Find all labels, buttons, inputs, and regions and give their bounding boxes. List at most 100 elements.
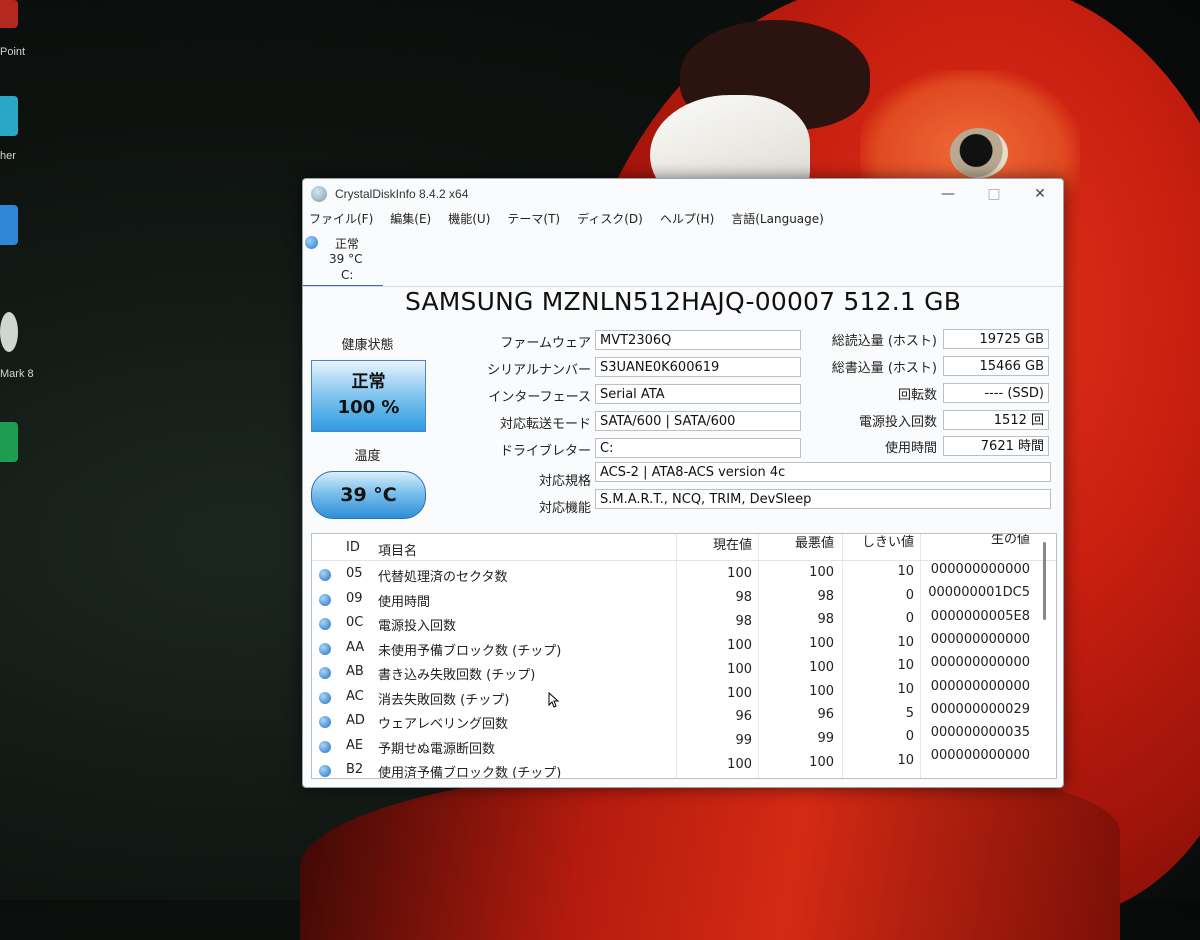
status-dot-icon [319,642,331,655]
smart-cell-id: AA [346,639,365,655]
smart-cell-raw: 000000001DC5 [928,585,1030,601]
smart-cell-worst: 99 [817,730,834,746]
smart-cell-threshold: 10 [897,658,914,674]
desktop-icon-5[interactable] [0,422,18,462]
header-raw[interactable]: 生の値 [920,534,1030,547]
standard-label: 対応規格 [538,474,591,489]
smart-cell-current: 100 [727,757,752,773]
health-status-button[interactable]: 正常 100 % [311,360,426,432]
maximize-button[interactable]: □ [971,179,1017,209]
total-writes-label: 総書込量 (ホスト) [831,361,937,376]
smart-cell-threshold: 10 [897,634,914,650]
status-dot-icon [319,691,331,704]
smart-cell-threshold: 10 [897,682,914,697]
smart-cell-worst: 100 [809,565,834,580]
menu-help[interactable]: ヘルプ(H) [660,210,714,230]
temperature-button[interactable]: 39 °C [311,471,426,519]
menu-edit[interactable]: 編集(E) [390,210,431,230]
minimize-button[interactable]: — [925,179,971,209]
serial-label: シリアルナンバー [487,363,591,378]
smart-cell-name: 消去失敗回数 (チップ) [378,692,510,708]
disk-model-title: SAMSUNG MZNLN512HAJQ-00007 512.1 GB [404,287,962,316]
power-count-label: 電源投入回数 [858,415,937,430]
smart-cell-name: 予期せぬ電源断回数 [378,741,496,757]
power-hours-value: 7621 時間 [943,436,1049,456]
smart-cell-current: 100 [727,566,752,581]
crystaldiskinfo-window: CrystalDiskInfo 8.4.2 x64 — □ ✕ ファイル(F) … [302,178,1064,788]
crystaldiskinfo-app-icon [311,186,327,202]
desktop-icon-1[interactable] [0,0,18,28]
smart-cell-current: 99 [735,733,752,749]
smart-table-row[interactable]: 09 使用時間 98 98 0 000000001DC5 [312,585,1056,610]
smart-cell-current: 100 [727,685,752,701]
smart-cell-id: 0C [346,615,364,630]
header-worst[interactable]: 最悪値 [758,534,834,551]
temperature-label: 温度 [354,449,381,464]
header-name[interactable]: 項目名 [378,540,417,559]
desktop-icon-4[interactable] [0,312,18,352]
smart-cell-id: 09 [346,590,363,606]
disk-tab-temp: 39 °C [329,252,363,266]
desktop-icon-2[interactable] [0,96,18,136]
table-header: ID 項目名 現在値 最悪値 しきい値 生の値 [312,534,1056,561]
status-dot-icon [319,593,331,606]
menu-disk[interactable]: ディスク(D) [577,210,643,230]
rotation-label: 回転数 [897,388,937,403]
smart-cell-raw: 000000000035 [930,725,1030,741]
close-button[interactable]: ✕ [1017,179,1063,209]
smart-cell-current: 100 [727,661,752,677]
menu-theme[interactable]: テーマ(T) [507,210,560,230]
desktop-icon-3[interactable] [0,205,18,245]
drive-letter-value: C: [595,438,801,458]
interface-value: Serial ATA [595,384,801,404]
menu-language[interactable]: 言語(Language) [731,210,824,230]
smart-cell-id: B2 [346,762,364,777]
smart-cell-worst: 98 [817,612,834,628]
smart-cell-id: AD [346,713,365,728]
smart-table-row[interactable]: B2 使用済予備ブロック数 (チップ) 100 100 10 000000000000 [312,748,1056,778]
smart-cell-worst: 100 [809,683,834,699]
smart-cell-id: AB [346,664,364,679]
health-status-dot-icon [305,236,318,249]
smart-cell-threshold: 0 [905,729,914,745]
smart-table-row[interactable]: 05 代替処理済のセクタ数 100 100 10 000000000000 [312,560,1056,585]
smart-cell-current: 98 [735,589,752,605]
smart-cell-threshold: 0 [905,587,914,603]
disk-tab-c[interactable]: 正常 39 °C C: [303,233,383,287]
smart-cell-raw: 000000000029 [930,701,1030,717]
smart-table-row[interactable]: 0C 電源投入回数 98 98 0 0000000005E8 [312,609,1056,634]
standard-value: ACS-2 | ATA8-ACS version 4c [595,462,1051,482]
total-reads-label: 総読込量 (ホスト) [831,334,937,349]
smart-cell-worst: 100 [809,754,834,770]
features-value: S.M.A.R.T., NCQ, TRIM, DevSleep [595,489,1051,509]
header-id[interactable]: ID [346,540,360,555]
total-reads-value: 19725 GB [943,329,1049,349]
smart-attributes-table: ID 項目名 現在値 最悪値 しきい値 生の値 05 代替処理済のセクタ数 100 1… [311,533,1057,779]
status-dot-icon [319,740,331,753]
desktop-icon-label: Point [0,46,26,58]
smart-cell-id: 05 [346,566,363,581]
menu-function[interactable]: 機能(U) [448,210,490,230]
smart-cell-name: 代替処理済のセクタ数 [378,570,508,585]
title-bar[interactable]: CrystalDiskInfo 8.4.2 x64 — □ ✕ [303,179,1063,209]
header-current[interactable]: 現在値 [676,534,752,553]
mouse-cursor-icon [548,692,560,708]
menu-file[interactable]: ファイル(F) [309,210,373,230]
transfer-mode-value: SATA/600 | SATA/600 [595,411,801,431]
drive-letter-label: ドライブレター [499,444,591,459]
smart-cell-name: ウェアレベリング回数 [378,717,509,732]
header-threshold[interactable]: しきい値 [842,534,914,550]
health-label: 健康状態 [341,338,394,353]
smart-cell-id: AE [346,737,364,753]
status-dot-icon [319,667,331,679]
status-dot-icon [319,618,331,630]
disk-tab-drive: C: [341,268,354,282]
power-hours-label: 使用時間 [884,441,937,456]
smart-cell-threshold: 0 [905,611,914,627]
smart-cell-current: 98 [735,613,752,629]
smart-cell-raw: 000000000000 [930,562,1030,577]
smart-cell-name: 使用時間 [378,594,431,610]
health-status: 正常 [351,372,386,392]
serial-value: S3UANE0K600619 [595,357,801,377]
wallpaper-parrot-eye [950,128,1008,178]
